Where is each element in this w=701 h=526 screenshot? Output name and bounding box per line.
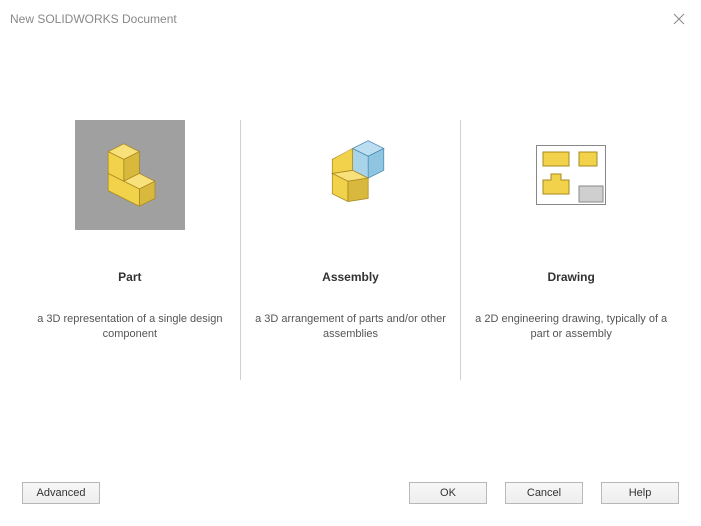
part-title: Part xyxy=(118,270,141,284)
assembly-title: Assembly xyxy=(322,270,379,284)
cancel-button[interactable]: Cancel xyxy=(505,482,583,504)
button-bar: Advanced OK Cancel Help xyxy=(0,482,701,504)
window-title: New SOLIDWORKS Document xyxy=(10,12,177,26)
close-icon[interactable] xyxy=(667,7,691,31)
drawing-title: Drawing xyxy=(548,270,595,284)
drawing-icon xyxy=(516,120,626,230)
help-button[interactable]: Help xyxy=(601,482,679,504)
assembly-icon xyxy=(296,120,406,230)
option-assembly[interactable]: Assembly a 3D arrangement of parts and/o… xyxy=(241,120,461,343)
assembly-description: a 3D arrangement of parts and/or other a… xyxy=(249,312,453,343)
advanced-button[interactable]: Advanced xyxy=(22,482,100,504)
option-drawing[interactable]: Drawing a 2D engineering drawing, typica… xyxy=(461,120,681,343)
drawing-description: a 2D engineering drawing, typically of a… xyxy=(469,312,673,343)
ok-button[interactable]: OK xyxy=(409,482,487,504)
part-icon xyxy=(75,120,185,230)
template-options: Part a 3D representation of a single des… xyxy=(0,30,701,380)
option-part[interactable]: Part a 3D representation of a single des… xyxy=(20,120,240,343)
titlebar: New SOLIDWORKS Document xyxy=(0,0,701,30)
part-description: a 3D representation of a single design c… xyxy=(28,312,232,343)
